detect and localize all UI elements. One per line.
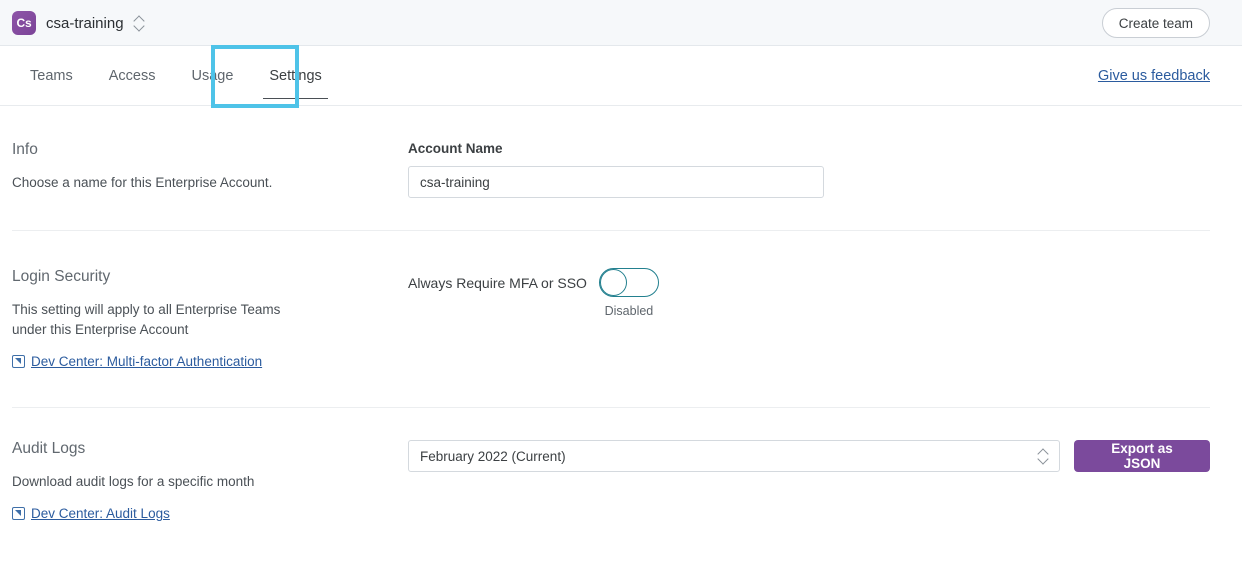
section-login-security-left: Login Security This setting will apply t… [0, 268, 408, 373]
create-team-button[interactable]: Create team [1101, 8, 1210, 38]
section-login-security: Login Security This setting will apply t… [0, 231, 1242, 407]
mfa-toggle[interactable] [598, 268, 659, 297]
external-link-icon [12, 355, 25, 368]
mfa-toggle-knob [599, 269, 627, 296]
section-audit-logs-left: Audit Logs Download audit logs for a spe… [0, 440, 408, 525]
section-info-right: Account Name [408, 141, 1242, 198]
give-us-feedback-link[interactable]: Give us feedback [1098, 46, 1210, 106]
mfa-toggle-wrap: Disabled [598, 268, 659, 318]
section-login-security-description: This setting will apply to all Enterpris… [12, 302, 281, 337]
dev-center-mfa-link-label: Dev Center: Multi-factor Authentication [31, 354, 263, 369]
account-name-input[interactable] [408, 166, 824, 198]
tab-access[interactable]: Access [91, 46, 174, 106]
tab-teams[interactable]: Teams [12, 46, 91, 106]
external-link-icon [12, 507, 25, 520]
mfa-toggle-state: Disabled [604, 304, 654, 318]
dev-center-audit-logs-link-label: Dev Center: Audit Logs [31, 506, 170, 521]
dev-center-audit-logs-link[interactable]: Dev Center: Audit Logs [12, 506, 170, 521]
audit-logs-controls: February 2022 (Current) Export as JSON [408, 440, 1210, 472]
chevron-up-down-icon[interactable] [134, 15, 145, 31]
top-bar: Cs csa-training Create team [0, 0, 1242, 46]
account-name-label: Account Name [408, 141, 503, 156]
org-name: csa-training [46, 14, 124, 32]
section-login-security-right: Always Require MFA or SSO Disabled [408, 268, 1242, 373]
tab-settings[interactable]: Settings [251, 46, 339, 106]
export-as-json-button[interactable]: Export as JSON [1074, 440, 1210, 472]
settings-content: Info Choose a name for this Enterprise A… [0, 106, 1242, 525]
audit-month-select[interactable]: February 2022 (Current) [408, 440, 1061, 472]
org-logo: Cs [12, 11, 36, 35]
tab-usage[interactable]: Usage [173, 46, 251, 106]
section-audit-logs-description: Download audit logs for a specific month [12, 474, 255, 489]
section-login-security-title: Login Security [12, 268, 111, 285]
org-switcher[interactable]: Cs csa-training [12, 0, 145, 46]
tab-list: Teams Access Usage Settings [12, 46, 340, 106]
audit-month-select-wrap: February 2022 (Current) [408, 440, 1061, 472]
mfa-toggle-label: Always Require MFA or SSO [408, 275, 587, 291]
section-audit-logs-right: February 2022 (Current) Export as JSON [408, 440, 1242, 525]
section-info-title: Info [12, 141, 38, 158]
section-audit-logs: Audit Logs Download audit logs for a spe… [0, 408, 1242, 525]
dev-center-mfa-link[interactable]: Dev Center: Multi-factor Authentication [12, 354, 262, 369]
section-info-left: Info Choose a name for this Enterprise A… [0, 141, 408, 198]
mfa-toggle-row: Always Require MFA or SSO Disabled [408, 268, 1210, 318]
section-audit-logs-title: Audit Logs [12, 440, 86, 457]
tab-bar: Teams Access Usage Settings Give us feed… [0, 46, 1242, 106]
section-info: Info Choose a name for this Enterprise A… [0, 106, 1242, 230]
section-info-description: Choose a name for this Enterprise Accoun… [12, 175, 273, 190]
